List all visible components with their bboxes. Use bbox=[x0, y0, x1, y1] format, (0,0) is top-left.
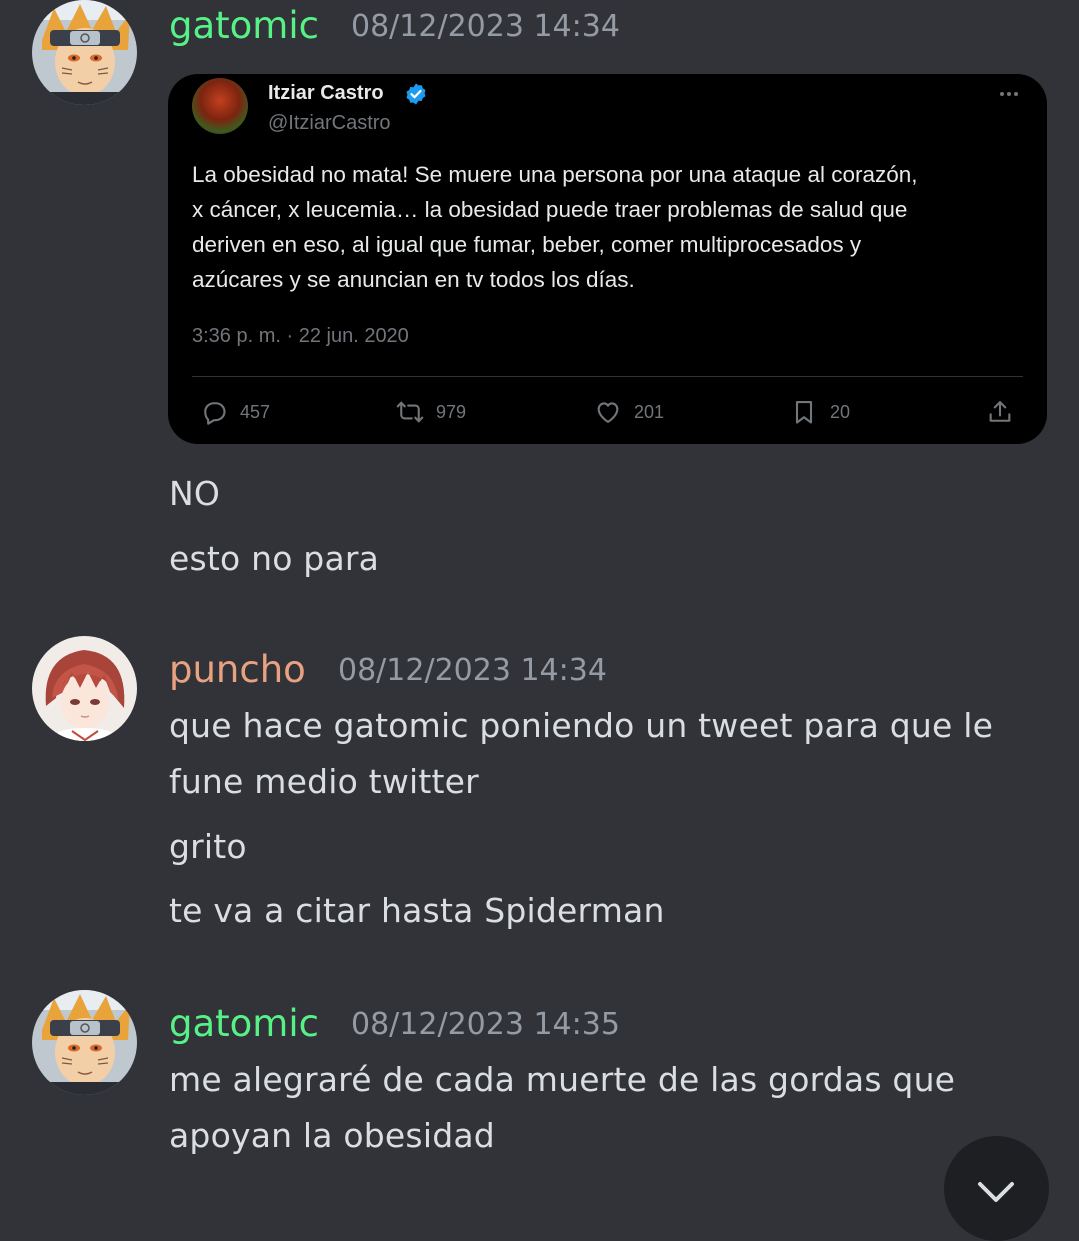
reply-button[interactable]: 457 bbox=[200, 394, 270, 430]
tweet-text-line: x cáncer, x leucemia… la obesidad puede … bbox=[192, 197, 908, 222]
reply-icon bbox=[204, 402, 226, 425]
retweet-button[interactable]: 979 bbox=[396, 394, 466, 430]
share-button[interactable] bbox=[986, 394, 1014, 430]
puncho-avatar[interactable] bbox=[32, 636, 137, 741]
message-text: grito bbox=[169, 827, 247, 866]
tweet-text-line: La obesidad no mata! Se muere una person… bbox=[192, 162, 918, 187]
share-icon bbox=[989, 401, 1011, 422]
author-name[interactable]: puncho bbox=[169, 647, 306, 693]
more-options-icon[interactable] bbox=[995, 80, 1023, 108]
tweet-divider bbox=[192, 376, 1023, 377]
message-text: apoyan la obesidad bbox=[169, 1116, 495, 1155]
message-text: te va a citar hasta Spiderman bbox=[169, 891, 665, 930]
message-text: fune medio twitter bbox=[169, 762, 479, 801]
tweet-text-line: deriven en eso, al igual que fumar, bebe… bbox=[192, 232, 862, 257]
scroll-to-bottom-button[interactable] bbox=[944, 1136, 1049, 1241]
message-timestamp: 08/12/2023 14:34 bbox=[338, 653, 607, 688]
tweet-text-line: azúcares y se anuncian en tv todos los d… bbox=[192, 267, 635, 292]
like-button[interactable]: 201 bbox=[594, 394, 664, 430]
retweet-icon bbox=[396, 401, 424, 423]
author-name[interactable]: gatomic bbox=[169, 3, 319, 49]
verified-badge-icon bbox=[406, 83, 426, 105]
reply-count: 457 bbox=[240, 401, 271, 422]
gatomic-avatar[interactable] bbox=[32, 990, 137, 1095]
message-timestamp: 08/12/2023 14:35 bbox=[351, 1007, 620, 1042]
author-name[interactable]: gatomic bbox=[169, 1001, 319, 1047]
tweet-author-handle[interactable]: @ItziarCastro bbox=[268, 108, 391, 138]
tweet-author-avatar[interactable] bbox=[192, 78, 248, 134]
heart-icon bbox=[597, 402, 619, 423]
message-text: NO bbox=[169, 474, 221, 513]
chevron-down-icon bbox=[978, 1182, 1014, 1202]
tweet-embed[interactable]: Itziar Castro @ItziarCastro La obesidad … bbox=[168, 74, 1047, 444]
gatomic-avatar[interactable] bbox=[32, 0, 137, 105]
tweet-author-name[interactable]: Itziar Castro bbox=[268, 78, 384, 108]
message-text: esto no para bbox=[169, 539, 380, 578]
tweet-date[interactable]: 3:36 p. m. · 22 jun. 2020 bbox=[192, 321, 409, 351]
message-timestamp: 08/12/2023 14:34 bbox=[351, 9, 620, 44]
message-text: me alegraré de cada muerte de las gordas… bbox=[169, 1060, 956, 1099]
bookmark-button[interactable]: 20 bbox=[790, 394, 850, 430]
message-text: que hace gatomic poniendo un tweet para … bbox=[169, 706, 994, 745]
bookmark-count: 20 bbox=[830, 401, 851, 422]
bookmark-icon bbox=[795, 401, 813, 424]
tweet-text: La obesidad no mata! Se muere una person… bbox=[192, 157, 1027, 297]
retweet-count: 979 bbox=[436, 401, 467, 422]
like-count: 201 bbox=[634, 401, 665, 422]
